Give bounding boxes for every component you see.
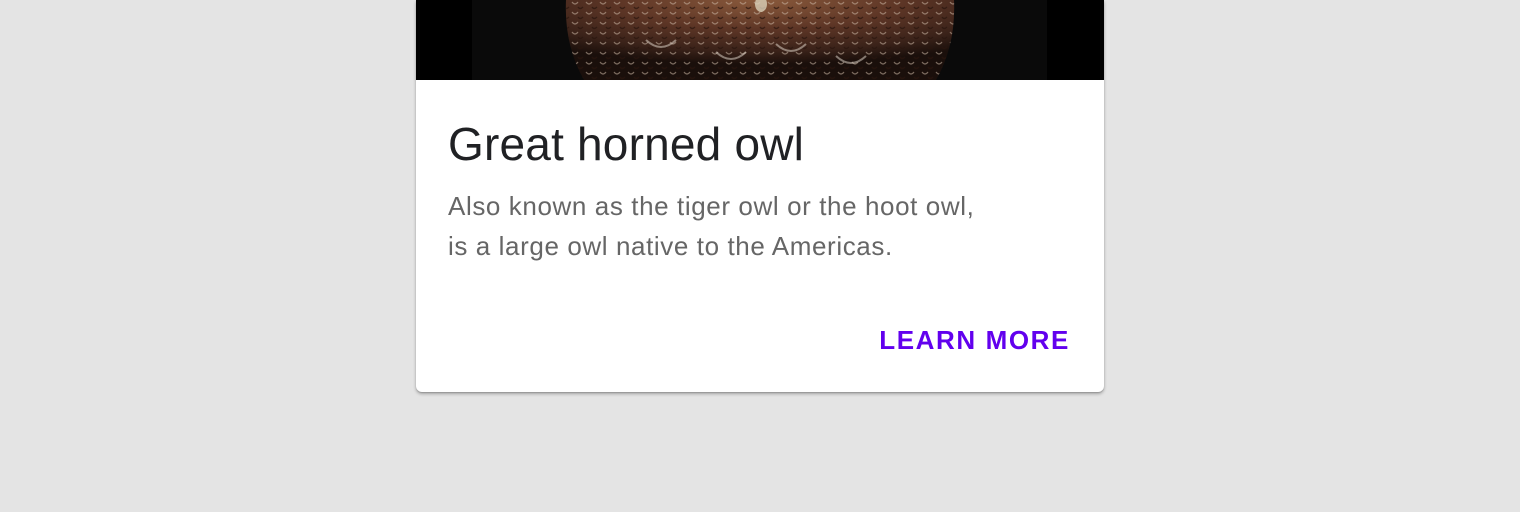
owl-card: Great horned owl Also known as the tiger… [416, 0, 1104, 392]
card-title: Great horned owl [448, 118, 805, 170]
learn-more-button[interactable]: LEARN MORE [867, 316, 1082, 364]
owl-image [416, 0, 1104, 80]
card-description: Also known as the tiger owl or the hoot … [448, 186, 1048, 266]
owl-photo-graphic [416, 0, 1104, 80]
card-description-line: is a large owl native to the Americas. [448, 231, 893, 261]
card-description-line: Also known as the tiger owl or the hoot … [448, 191, 975, 221]
